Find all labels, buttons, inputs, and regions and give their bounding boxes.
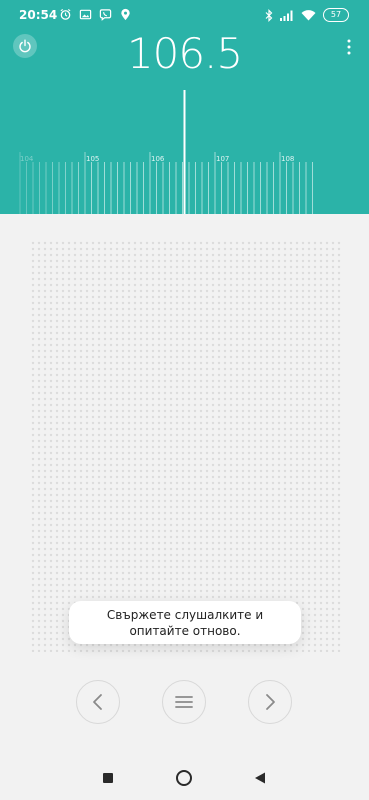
status-bar: 20:54 57 — [0, 0, 369, 30]
status-icons-left — [59, 8, 132, 21]
more-options-icon[interactable] — [344, 38, 354, 56]
menu-lines-icon — [175, 696, 193, 708]
back-icon — [255, 772, 265, 784]
next-station-button[interactable] — [248, 680, 292, 724]
station-list-button[interactable] — [162, 680, 206, 724]
alarm-icon — [60, 8, 71, 20]
battery-level: 57 — [330, 10, 342, 19]
bluetooth-icon — [265, 8, 273, 22]
chevron-right-icon — [266, 694, 275, 710]
radio-header: 20:54 57 106.5 104 105 106 107 108 — [0, 0, 369, 214]
gallery-icon — [79, 9, 92, 20]
location-icon — [121, 8, 130, 21]
back-button[interactable] — [251, 769, 269, 787]
frequency-display: 106.5 — [126, 29, 243, 78]
wifi-icon — [301, 10, 316, 21]
toast-text: Свържете слушалките и опитайте отново. — [106, 607, 264, 638]
dial-label: 106 — [151, 155, 165, 163]
previous-station-button[interactable] — [76, 680, 120, 724]
recent-apps-button[interactable] — [99, 769, 117, 787]
dial-label: 105 — [86, 155, 100, 163]
status-time: 20:54 — [19, 8, 58, 22]
visualizer-dot-grid — [30, 240, 342, 652]
battery-icon: 57 — [323, 8, 349, 22]
chevron-left-icon — [93, 694, 102, 710]
dial-label: 107 — [216, 155, 230, 163]
frequency-dial[interactable] — [0, 88, 369, 214]
signal-icon — [280, 10, 293, 21]
dial-label: 104 — [20, 155, 34, 163]
toast-message: Свържете слушалките и опитайте отново. — [69, 601, 301, 644]
status-icons-right: 57 — [265, 8, 349, 22]
viber-icon — [99, 9, 112, 21]
home-button[interactable] — [175, 769, 193, 787]
dial-label: 108 — [281, 155, 295, 163]
home-icon — [176, 770, 192, 786]
system-nav-bar — [0, 756, 369, 800]
recent-apps-icon — [103, 773, 113, 783]
